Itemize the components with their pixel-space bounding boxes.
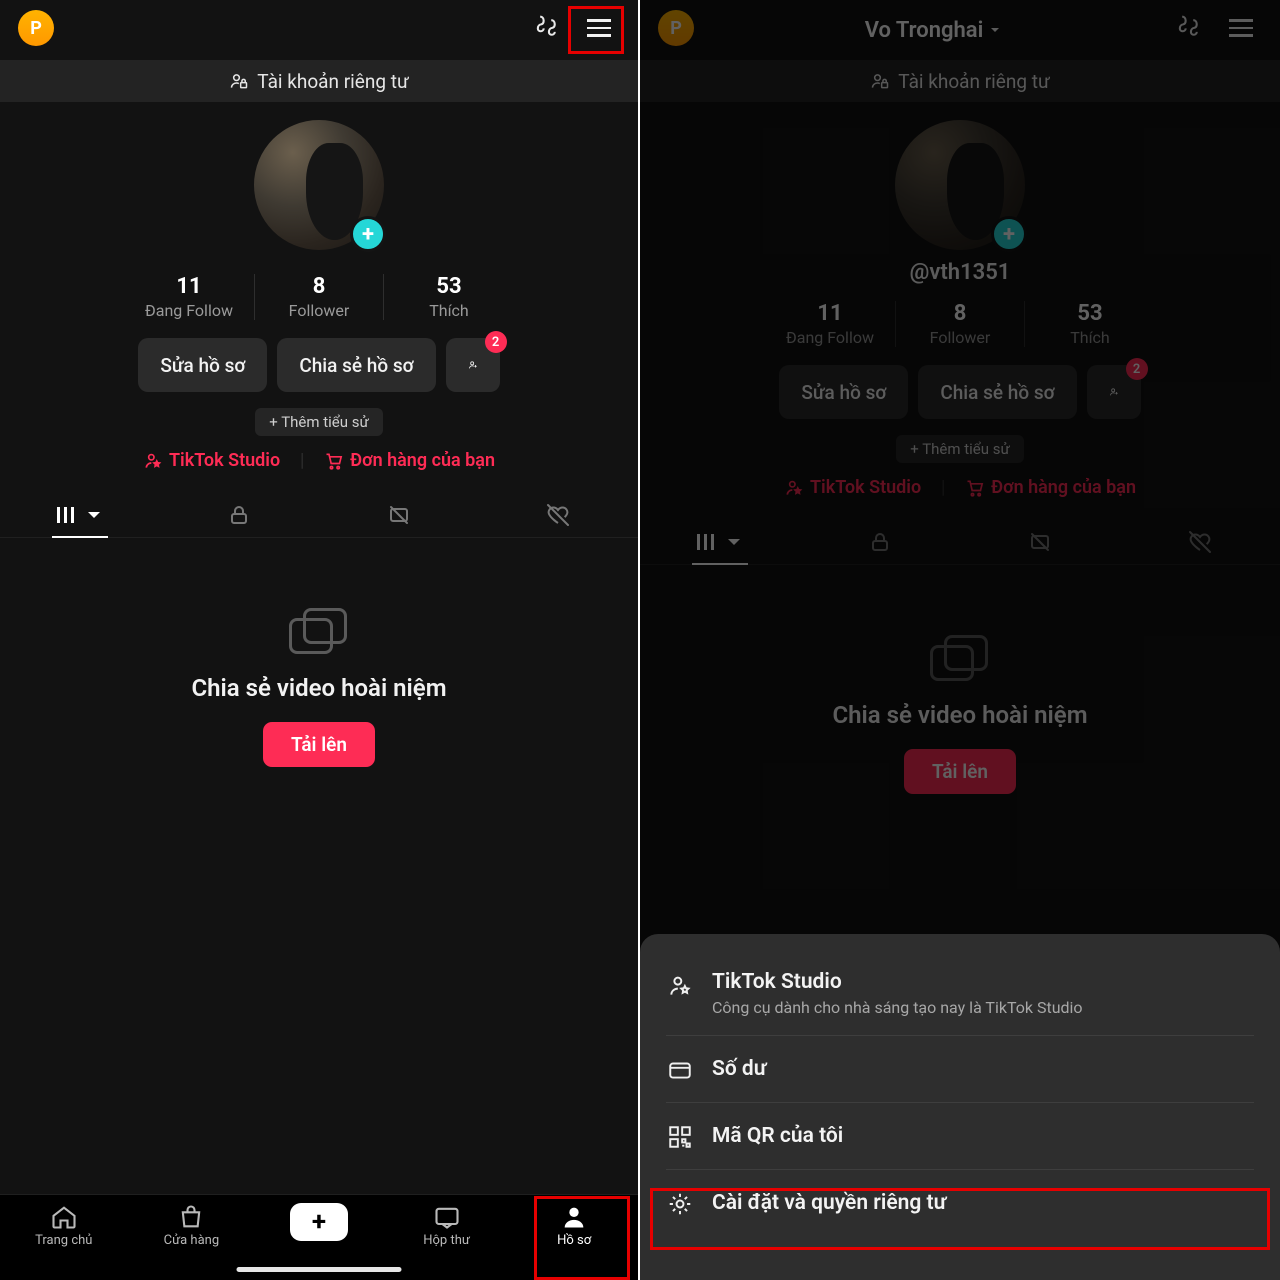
empty-title: Chia sẻ video hoài niệm bbox=[0, 674, 638, 702]
add-friends-button[interactable]: 2 bbox=[446, 338, 500, 392]
nav-create[interactable]: + bbox=[277, 1203, 361, 1241]
nav-shop[interactable]: Cửa hàng bbox=[149, 1203, 233, 1248]
nav-home[interactable]: Trang chủ bbox=[22, 1203, 106, 1248]
menu-sheet: TikTok StudioCông cụ dành cho nhà sáng t… bbox=[640, 934, 1280, 1280]
inbox-icon bbox=[433, 1203, 461, 1231]
tab-repost[interactable] bbox=[319, 493, 479, 537]
stat-following[interactable]: 11Đang Follow bbox=[124, 274, 254, 320]
person-star-icon bbox=[143, 451, 163, 471]
home-indicator bbox=[237, 1267, 402, 1272]
home-icon bbox=[50, 1203, 78, 1231]
wallet-icon bbox=[666, 1056, 694, 1084]
profile-icon bbox=[560, 1203, 588, 1231]
content-tabs bbox=[0, 493, 638, 538]
profile-screen: P Tài khoản riêng tư + 11Đang Follow 8Fo… bbox=[0, 0, 640, 1280]
qr-icon bbox=[666, 1123, 694, 1151]
person-lock-icon bbox=[229, 71, 249, 91]
gear-icon bbox=[666, 1190, 694, 1218]
tab-private[interactable] bbox=[160, 493, 320, 537]
stat-followers[interactable]: 8Follower bbox=[254, 274, 384, 320]
orders-link[interactable]: Đơn hàng của bạn bbox=[324, 450, 495, 471]
links-row: TikTok Studio | Đơn hàng của bạn bbox=[0, 450, 638, 471]
share-profile-button[interactable]: Chia sẻ hồ sơ bbox=[277, 338, 435, 392]
nav-inbox[interactable]: Hộp thư bbox=[405, 1203, 489, 1248]
stat-likes[interactable]: 53Thích bbox=[384, 274, 514, 320]
hamburger-menu-button[interactable] bbox=[578, 7, 620, 49]
bottom-nav: Trang chủ Cửa hàng + Hộp thư Hồ sơ bbox=[0, 1194, 638, 1280]
sheet-settings[interactable]: Cài đặt và quyền riêng tư bbox=[640, 1170, 1280, 1236]
private-banner: Tài khoản riêng tư bbox=[0, 60, 638, 102]
footprint-icon[interactable] bbox=[532, 12, 560, 44]
nav-profile[interactable]: Hồ sơ bbox=[532, 1203, 616, 1248]
sheet-qr[interactable]: Mã QR của tôi bbox=[666, 1103, 1254, 1170]
points-badge[interactable]: P bbox=[18, 10, 54, 46]
add-friend-icon bbox=[468, 353, 478, 377]
private-banner-text: Tài khoản riêng tư bbox=[257, 70, 408, 93]
menu-sheet-screen: P Vo Tronghai Tài khoản riêng tư + @vth1… bbox=[640, 0, 1280, 1280]
person-star-icon bbox=[666, 972, 694, 1000]
shop-icon bbox=[177, 1203, 205, 1231]
tiktok-studio-link[interactable]: TikTok Studio bbox=[143, 450, 280, 471]
avatar-wrap: + bbox=[0, 102, 638, 250]
tab-grid[interactable] bbox=[0, 493, 160, 537]
sheet-tiktok-studio[interactable]: TikTok StudioCông cụ dành cho nhà sáng t… bbox=[666, 952, 1254, 1036]
add-bio-button[interactable]: + Thêm tiểu sử bbox=[255, 408, 383, 436]
tab-liked[interactable] bbox=[479, 493, 639, 537]
empty-state: Chia sẻ video hoài niệm Tải lên bbox=[0, 538, 638, 767]
top-bar: P bbox=[0, 0, 638, 56]
sheet-balance[interactable]: Số dư bbox=[666, 1036, 1254, 1103]
cart-icon bbox=[324, 451, 344, 471]
photo-placeholder-icon bbox=[289, 608, 349, 656]
stats-row: 11Đang Follow 8Follower 53Thích bbox=[0, 274, 638, 320]
upload-button[interactable]: Tải lên bbox=[263, 722, 375, 767]
friend-badge: 2 bbox=[485, 331, 507, 353]
edit-profile-button[interactable]: Sửa hồ sơ bbox=[138, 338, 267, 392]
add-story-button[interactable]: + bbox=[350, 216, 386, 252]
action-row: Sửa hồ sơ Chia sẻ hồ sơ 2 bbox=[0, 338, 638, 392]
points-badge-label: P bbox=[30, 18, 42, 39]
